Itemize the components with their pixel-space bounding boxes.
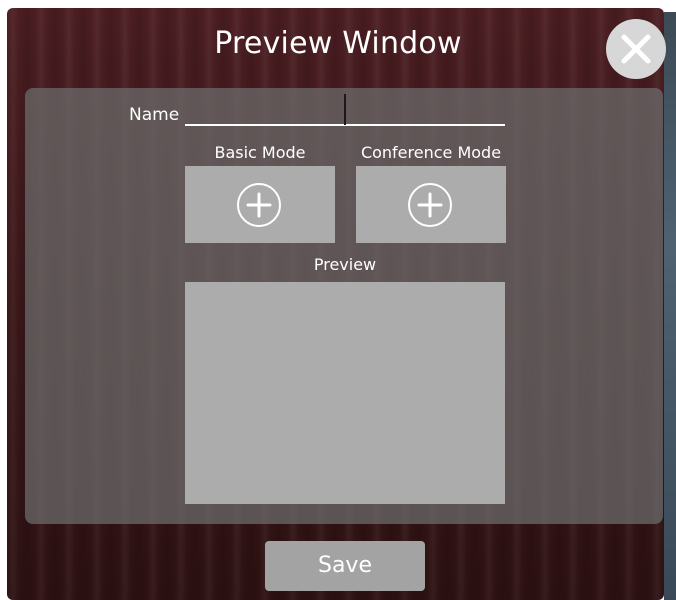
preview-area xyxy=(185,282,505,504)
preview-label: Preview xyxy=(313,255,377,274)
background-window-edge xyxy=(664,12,676,600)
text-cursor xyxy=(344,94,346,125)
save-button[interactable]: Save xyxy=(265,541,425,591)
screen: Preview Window Name Basic Mode Conferenc… xyxy=(0,0,676,600)
conference-mode-add-button[interactable] xyxy=(356,166,506,243)
close-icon xyxy=(621,34,651,64)
name-label: Name xyxy=(129,105,180,125)
dialog-title: Preview Window xyxy=(214,26,462,61)
basic-mode-add-button[interactable] xyxy=(185,166,335,243)
basic-mode-label: Basic Mode xyxy=(214,143,306,162)
plus-circle-icon xyxy=(408,183,452,227)
plus-circle-icon xyxy=(237,183,281,227)
close-button[interactable] xyxy=(606,19,666,79)
conference-mode-label: Conference Mode xyxy=(360,143,502,162)
